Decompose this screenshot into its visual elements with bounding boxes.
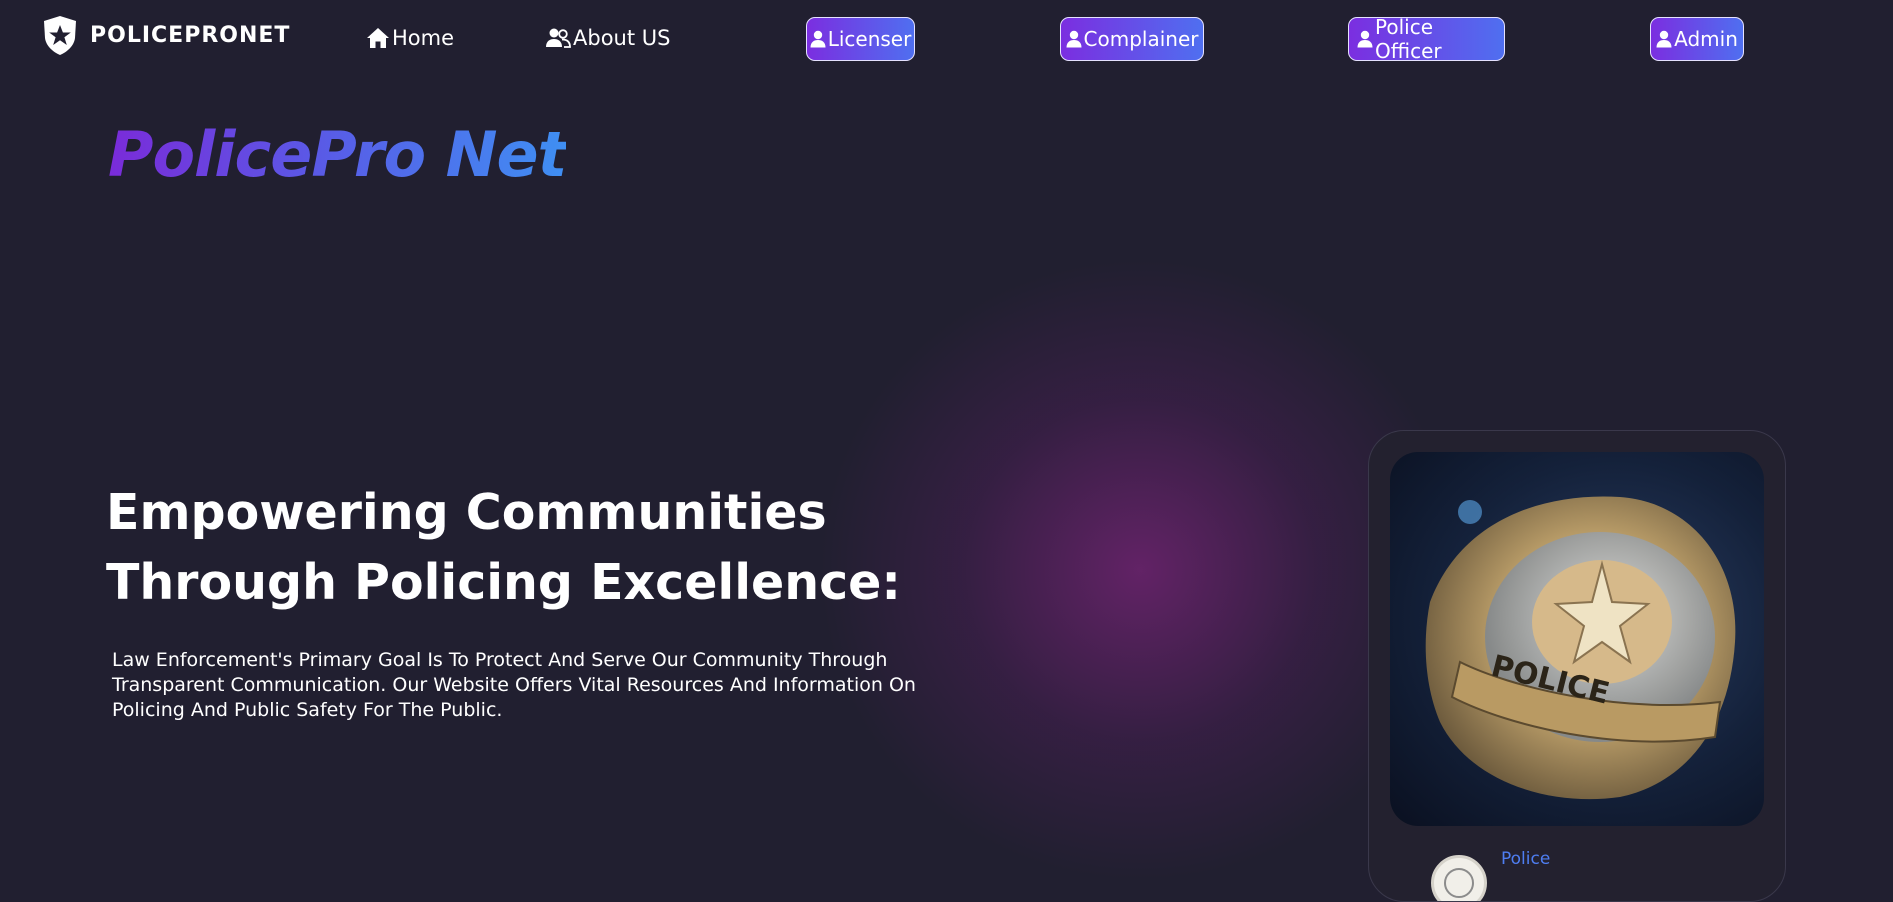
police-shield-star-icon — [40, 14, 80, 56]
nav-home-link[interactable]: Home — [366, 26, 454, 50]
licenser-button[interactable]: Licenser — [806, 17, 915, 61]
headline-line-1: Empowering Communities — [106, 484, 827, 541]
site-logo[interactable]: POLICEPRONET — [40, 14, 290, 56]
brand-title: PolicePro Net — [108, 118, 567, 191]
hero-headline: Empowering Communities Through Policing … — [106, 478, 926, 618]
licenser-label: Licenser — [827, 27, 912, 51]
user-icon — [810, 30, 826, 48]
hero-description: Law Enforcement's Primary Goal Is To Pro… — [112, 649, 916, 721]
users-icon — [545, 27, 571, 49]
police-badge-image: POLICE — [1390, 452, 1764, 826]
user-icon — [1656, 30, 1672, 48]
card-name[interactable]: Police — [1501, 849, 1550, 869]
admin-label: Admin — [1674, 27, 1738, 51]
nav-home-label: Home — [392, 26, 455, 50]
headline-line-2: Through Policing Excellence: — [106, 554, 902, 611]
user-icon — [1357, 30, 1373, 48]
police-officer-label: Police Officer — [1375, 15, 1442, 63]
complainer-button[interactable]: Complainer — [1060, 17, 1204, 61]
user-icon — [1066, 30, 1082, 48]
home-icon — [366, 27, 390, 49]
police-badge-card: POLICE Police — [1368, 430, 1786, 902]
complainer-label: Complainer — [1083, 27, 1199, 51]
nav-about-label: About US — [573, 26, 671, 50]
admin-button[interactable]: Admin — [1650, 17, 1744, 61]
logo-text: POLICEPRONET — [90, 22, 291, 48]
nav-about-link[interactable]: About US — [545, 26, 670, 50]
police-officer-button[interactable]: Police Officer — [1348, 15, 1505, 63]
